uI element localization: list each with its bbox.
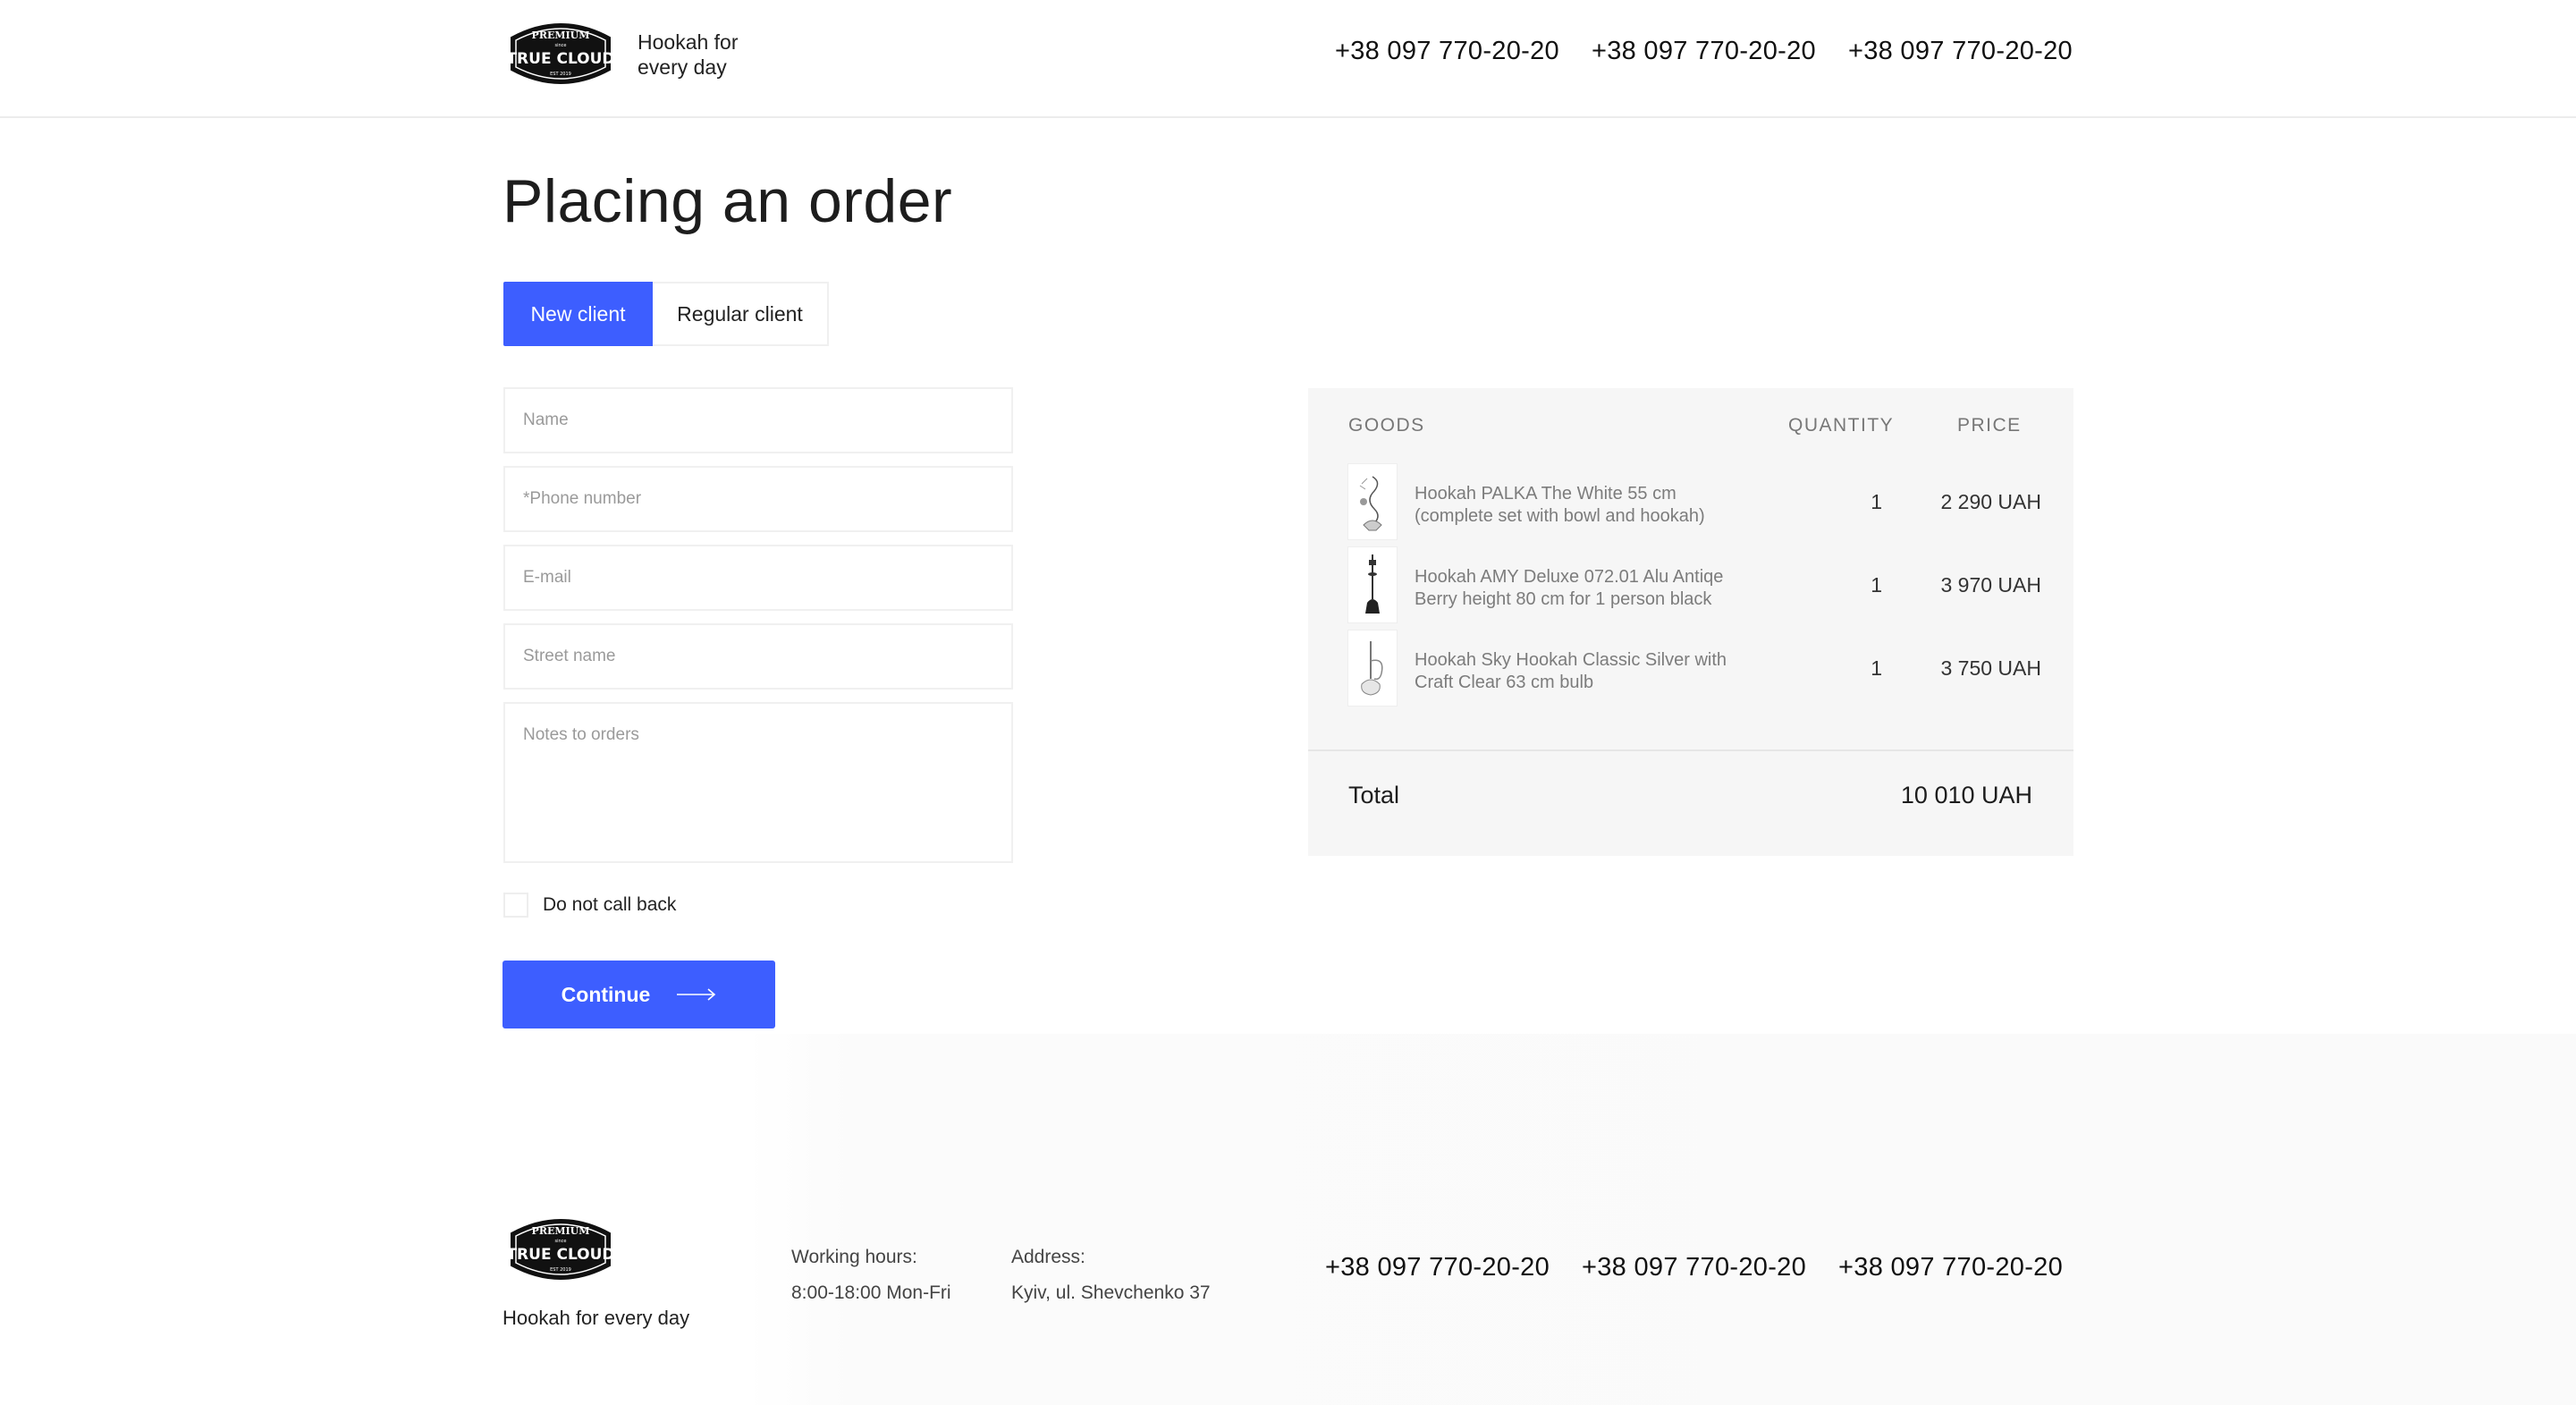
- header-phone-2[interactable]: +38 097 770-20-20: [1592, 37, 1816, 66]
- working-hours: Working hours: 8:00-18:00 Mon-Fri: [791, 1240, 951, 1311]
- no-callback-row: Do not call back: [503, 893, 676, 918]
- no-callback-checkbox[interactable]: [503, 893, 528, 918]
- order-summary: GOODS QUANTITY PRICE Hookah PALKA The Wh…: [1308, 388, 2073, 856]
- order-item: Hookah AMY Deluxe 072.01 Alu Antiqe Berr…: [1347, 546, 2045, 623]
- working-hours-value: 8:00-18:00 Mon-Fri: [791, 1282, 951, 1303]
- svg-text:since: since: [555, 43, 567, 48]
- address-value: Kyiv, ul. Shevchenko 37: [1011, 1282, 1211, 1303]
- svg-text:PREMIUM: PREMIUM: [532, 30, 590, 41]
- logo-badge-icon: PREMIUM since TRUE CLOUD EST 2019: [506, 23, 615, 84]
- client-type-tabs: New client Regular client: [503, 282, 829, 346]
- continue-button[interactable]: Continue: [503, 961, 775, 1028]
- quantity-column-header: QUANTITY: [1788, 415, 1895, 436]
- address: Address: Kyiv, ul. Shevchenko 37: [1011, 1240, 1211, 1311]
- order-item: Hookah Sky Hookah Classic Silver with Cr…: [1347, 630, 2045, 707]
- svg-text:EST 2019: EST 2019: [550, 1267, 571, 1273]
- svg-text:since: since: [555, 1239, 567, 1244]
- working-hours-label: Working hours:: [791, 1247, 917, 1267]
- item-price: 2 290 UAH: [1940, 490, 2041, 513]
- email-field-wrapper: [503, 545, 1013, 611]
- footer-phone-2[interactable]: +38 097 770-20-20: [1582, 1253, 1806, 1282]
- notes-textarea[interactable]: [505, 704, 1011, 861]
- header-phones: +38 097 770-20-20 +38 097 770-20-20 +38 …: [1335, 37, 2073, 66]
- svg-text:TRUE CLOUD: TRUE CLOUD: [506, 50, 614, 68]
- phone-input[interactable]: [505, 468, 1011, 530]
- header-tagline: Hookah for every day: [638, 30, 739, 79]
- svg-text:TRUE CLOUD: TRUE CLOUD: [506, 1246, 614, 1264]
- tab-regular-client[interactable]: Regular client: [653, 282, 829, 346]
- order-form: [503, 387, 1013, 876]
- price-column-header: PRICE: [1957, 415, 2022, 436]
- header-phone-3[interactable]: +38 097 770-20-20: [1848, 37, 2073, 66]
- no-callback-label[interactable]: Do not call back: [543, 894, 676, 916]
- tab-new-client[interactable]: New client: [503, 282, 653, 346]
- footer-tagline: Hookah for every day: [503, 1307, 690, 1329]
- logo-badge-icon: PREMIUM since TRUE CLOUD EST 2019: [506, 1219, 615, 1280]
- notes-field-wrapper: [503, 702, 1013, 863]
- total-value: 10 010 UAH: [1900, 782, 2032, 808]
- street-input[interactable]: [505, 625, 1011, 688]
- footer-phones: +38 097 770-20-20 +38 097 770-20-20 +38 …: [1325, 1253, 2063, 1282]
- page-title: Placing an order: [503, 167, 953, 235]
- footer-phone-3[interactable]: +38 097 770-20-20: [1838, 1253, 2063, 1282]
- phone-field-wrapper: [503, 466, 1013, 532]
- svg-text:PREMIUM: PREMIUM: [532, 1225, 590, 1237]
- svg-text:EST 2019: EST 2019: [550, 72, 571, 77]
- name-field-wrapper: [503, 387, 1013, 453]
- true-cloud-logo[interactable]: PREMIUM since TRUE CLOUD EST 2019: [504, 16, 617, 89]
- site-footer: PREMIUM since TRUE CLOUD EST 2019 Hookah…: [0, 1034, 2576, 1405]
- street-field-wrapper: [503, 623, 1013, 690]
- goods-column-header: GOODS: [1348, 415, 1425, 436]
- arrow-right-icon: [677, 988, 716, 1001]
- item-quantity: 1: [1871, 490, 1882, 513]
- item-quantity: 1: [1871, 656, 1882, 680]
- continue-label: Continue: [561, 982, 651, 1006]
- summary-divider: [1308, 749, 2073, 751]
- name-input[interactable]: [505, 389, 1011, 452]
- total-label: Total: [1348, 782, 1400, 808]
- header-phone-1[interactable]: +38 097 770-20-20: [1335, 37, 1559, 66]
- item-price: 3 970 UAH: [1940, 573, 2041, 597]
- address-label: Address:: [1011, 1247, 1085, 1267]
- item-price: 3 750 UAH: [1940, 656, 2041, 680]
- footer-logo[interactable]: PREMIUM since TRUE CLOUD EST 2019: [504, 1212, 617, 1285]
- item-quantity: 1: [1871, 573, 1882, 597]
- order-item: Hookah PALKA The White 55 cm (complete s…: [1347, 463, 2045, 540]
- footer-phone-1[interactable]: +38 097 770-20-20: [1325, 1253, 1550, 1282]
- site-header: PREMIUM since TRUE CLOUD EST 2019 Hookah…: [0, 0, 2576, 118]
- email-input[interactable]: [505, 546, 1011, 609]
